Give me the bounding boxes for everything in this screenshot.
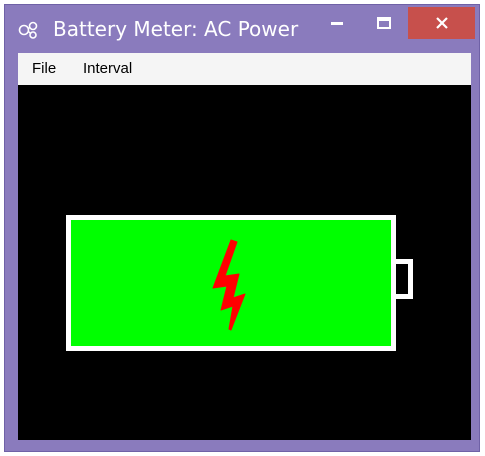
minimize-button[interactable]	[320, 7, 354, 39]
menu-bar: File Interval	[18, 53, 471, 85]
maximize-button[interactable]	[367, 7, 401, 39]
battery-terminal	[396, 259, 413, 299]
title-bar[interactable]: Battery Meter: AC Power	[5, 5, 479, 53]
battery-display-area	[18, 85, 471, 440]
lightning-bolt-icon	[212, 239, 246, 331]
menu-file[interactable]: File	[32, 60, 56, 77]
window-title: Battery Meter: AC Power	[53, 17, 299, 41]
maximize-icon	[377, 17, 391, 29]
battery-meter-app-icon[interactable]	[18, 20, 40, 40]
minimize-icon	[331, 22, 343, 25]
battery-body	[66, 215, 396, 351]
close-icon	[435, 17, 448, 29]
menu-interval[interactable]: Interval	[83, 60, 132, 77]
app-window: Battery Meter: AC Power File Interval	[4, 4, 480, 452]
close-button[interactable]	[408, 7, 475, 39]
